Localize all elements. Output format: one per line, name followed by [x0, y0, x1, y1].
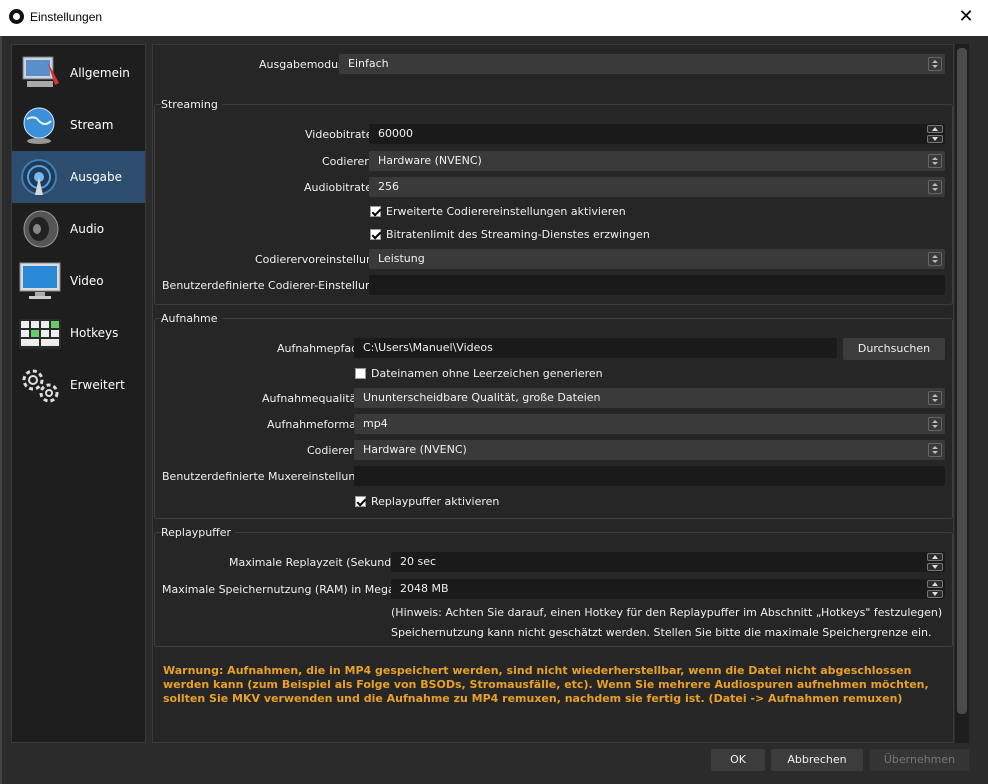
recording-path-input[interactable]: C:\Users\Manuel\Videos: [354, 338, 837, 358]
sidebar-item-label: Erweitert: [70, 378, 125, 392]
window-title: Einstellungen: [30, 10, 103, 24]
spin-down-icon[interactable]: [927, 135, 943, 143]
video-bitrate-label: Videobitrate: [305, 128, 373, 141]
monitor-icon: [19, 262, 61, 299]
stream-encoder-value: Hardware (NVENC): [378, 154, 482, 167]
output-mode-value: Einfach: [348, 57, 389, 70]
sidebar-item-erweitert[interactable]: Erweitert: [12, 359, 145, 411]
mp4-warning-text: Warnung: Aufnahmen, die in MP4 gespeiche…: [163, 664, 929, 705]
dropdown-arrows-icon: [928, 252, 942, 266]
custom-encoder-input[interactable]: [369, 275, 945, 295]
custom-encoder-label: Benutzerdefinierte Codierer-Einstellunge…: [162, 279, 393, 292]
browse-button[interactable]: Durchsuchen: [843, 338, 945, 360]
recording-path-label: Aufnahmepfad: [277, 342, 359, 355]
recording-encoder-label: Codierer: [307, 444, 354, 457]
sidebar-item-label: Allgemein: [70, 66, 130, 80]
streaming-group-title: Streaming: [161, 98, 222, 111]
max-replay-time-spinner[interactable]: [927, 553, 943, 571]
recording-quality-select[interactable]: Ununterscheidbare Qualität, große Dateie…: [354, 388, 945, 408]
recording-encoder-value: Hardware (NVENC): [363, 443, 467, 456]
sidebar-item-label: Ausgabe: [70, 170, 123, 184]
sidebar-item-ausgabe[interactable]: Ausgabe: [12, 151, 145, 203]
settings-sidebar: Allgemein Stream Ausgabe Audio Video Hot…: [11, 44, 146, 743]
output-mode-select[interactable]: Einfach: [339, 54, 945, 74]
recording-quality-label: Aufnahmequalität: [262, 392, 361, 405]
speaker-icon: [23, 210, 59, 248]
sidebar-item-video[interactable]: Video: [12, 255, 145, 307]
dropdown-arrows-icon: [928, 391, 942, 405]
recording-encoder-select[interactable]: Hardware (NVENC): [354, 440, 945, 460]
dropdown-arrows-icon: [928, 180, 942, 194]
gears-icon: [22, 369, 59, 403]
scrollbar-thumb[interactable]: [957, 48, 967, 714]
replay-hint-text: (Hinweis: Achten Sie darauf, einen Hotke…: [391, 606, 943, 619]
max-memory-value: 2048 MB: [400, 582, 449, 595]
sidebar-item-label: Audio: [70, 222, 105, 236]
sidebar-item-label: Stream: [70, 118, 114, 132]
recording-format-select[interactable]: mp4: [354, 414, 945, 434]
spin-up-icon[interactable]: [927, 553, 943, 561]
no-spaces-label[interactable]: Dateinamen ohne Leerzeichen generieren: [371, 367, 603, 380]
replay-buffer-enable-label[interactable]: Replaypuffer aktivieren: [371, 495, 499, 508]
recording-quality-value: Ununterscheidbare Qualität, große Dateie…: [363, 391, 601, 404]
encoder-preset-value: Leistung: [378, 252, 425, 265]
recording-path-value: C:\Users\Manuel\Videos: [363, 341, 493, 354]
max-memory-input[interactable]: 2048 MB: [391, 579, 945, 599]
dropdown-arrows-icon: [928, 443, 942, 457]
dropdown-arrows-icon: [928, 154, 942, 168]
video-bitrate-input[interactable]: 60000: [369, 124, 945, 144]
recording-group-title: Aufnahme: [161, 312, 222, 325]
spin-down-icon[interactable]: [927, 590, 943, 598]
bitrate-limit-checkbox[interactable]: [370, 229, 381, 240]
dropdown-arrows-icon: [928, 57, 942, 71]
sidebar-item-audio[interactable]: Audio: [12, 203, 145, 255]
close-icon[interactable]: ✕: [955, 6, 977, 28]
general-icon: [22, 56, 59, 87]
sidebar-item-hotkeys[interactable]: Hotkeys: [12, 307, 145, 359]
globe-icon: [23, 107, 55, 144]
bitrate-limit-label[interactable]: Bitratenlimit des Streaming-Dienstes erz…: [386, 228, 650, 241]
no-spaces-checkbox[interactable]: [355, 368, 366, 379]
max-memory-spinner[interactable]: [927, 580, 943, 598]
advanced-encoder-checkbox[interactable]: [370, 206, 381, 217]
audio-bitrate-select[interactable]: 256: [369, 177, 945, 197]
recording-format-label: Aufnahmeformat: [267, 418, 361, 431]
stream-encoder-select[interactable]: Hardware (NVENC): [369, 151, 945, 171]
sidebar-item-stream[interactable]: Stream: [12, 99, 145, 151]
custom-muxer-input[interactable]: [354, 466, 945, 486]
max-replay-time-value: 20 sec: [400, 555, 437, 568]
apply-button[interactable]: Übernehmen: [870, 749, 969, 771]
content-scrollbar[interactable]: [955, 44, 969, 743]
replay-buffer-checkbox[interactable]: [355, 496, 366, 507]
obs-logo-icon: [9, 9, 24, 24]
stream-encoder-label: Codierer: [322, 155, 369, 168]
replay-buffer-group-title: Replaypuffer: [161, 526, 236, 539]
encoder-preset-select[interactable]: Leistung: [369, 249, 945, 269]
max-replay-time-label: Maximale Replayzeit (Sekunden): [229, 556, 410, 569]
encoder-preset-label: Codierervoreinstellung: [255, 253, 380, 266]
max-memory-label: Maximale Speichernutzung (RAM) in Megaby…: [162, 583, 420, 596]
spin-up-icon[interactable]: [927, 125, 943, 133]
title-bar: Einstellungen ✕: [0, 0, 988, 36]
ok-button[interactable]: OK: [711, 749, 765, 771]
spin-up-icon[interactable]: [927, 580, 943, 588]
spin-down-icon[interactable]: [927, 563, 943, 571]
recording-format-value: mp4: [363, 417, 388, 430]
video-bitrate-value: 60000: [378, 127, 413, 140]
dropdown-arrows-icon: [928, 417, 942, 431]
sidebar-item-label: Hotkeys: [70, 326, 119, 340]
broadcast-icon: [21, 159, 57, 195]
output-mode-label: Ausgabemodus: [259, 58, 344, 71]
audio-bitrate-label: Audiobitrate: [304, 181, 372, 194]
memory-estimate-text: Speichernutzung kann nicht geschätzt wer…: [391, 626, 932, 639]
custom-muxer-label: Benutzerdefinierte Muxereinstellungen: [162, 470, 377, 483]
video-bitrate-spinner[interactable]: [927, 125, 943, 143]
sidebar-item-allgemein[interactable]: Allgemein: [12, 47, 145, 99]
sidebar-item-label: Video: [70, 274, 104, 288]
max-replay-time-input[interactable]: 20 sec: [391, 552, 945, 572]
advanced-encoder-label[interactable]: Erweiterte Codierereinstellungen aktivie…: [386, 205, 626, 218]
cancel-button[interactable]: Abbrechen: [771, 749, 863, 771]
audio-bitrate-value: 256: [378, 180, 399, 193]
keyboard-icon: [19, 319, 61, 349]
